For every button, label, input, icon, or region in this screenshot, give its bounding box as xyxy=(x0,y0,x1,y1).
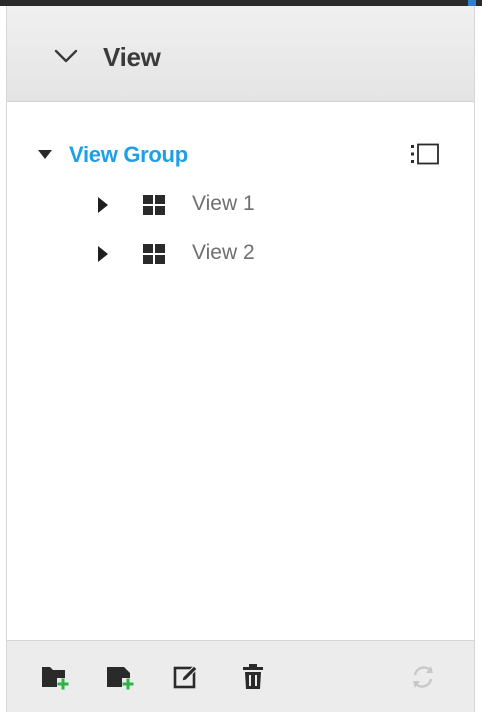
tree-group-view-group[interactable]: View Group xyxy=(30,136,450,174)
trash-icon[interactable] xyxy=(237,661,269,693)
grid-view-icon xyxy=(143,195,165,215)
view-panel: View View Group View 1 View 2 xyxy=(0,0,482,712)
add-folder-icon[interactable] xyxy=(39,661,71,693)
tree-item-view-2[interactable]: View 2 xyxy=(90,236,410,272)
edit-icon[interactable] xyxy=(170,661,202,693)
grid-view-icon xyxy=(143,244,165,264)
panel-title: View xyxy=(103,42,161,72)
refresh-icon xyxy=(413,666,433,688)
panel-left-border xyxy=(6,6,7,712)
tree-item-view-1[interactable]: View 1 xyxy=(90,187,410,223)
caret-right-icon[interactable] xyxy=(98,197,108,213)
caret-right-icon[interactable] xyxy=(98,246,108,262)
panel-header[interactable]: View xyxy=(7,6,474,102)
chevron-down-icon[interactable] xyxy=(51,46,81,66)
tree-item-label: View 2 xyxy=(192,241,255,264)
list-panel-icon[interactable] xyxy=(410,143,440,165)
add-view-icon[interactable] xyxy=(104,661,136,693)
caret-down-icon[interactable] xyxy=(38,150,52,160)
footer-toolbar xyxy=(7,640,474,712)
tree-item-label: View 1 xyxy=(192,192,255,215)
panel-right-border xyxy=(474,6,475,712)
tree-group-label[interactable]: View Group xyxy=(69,142,188,168)
